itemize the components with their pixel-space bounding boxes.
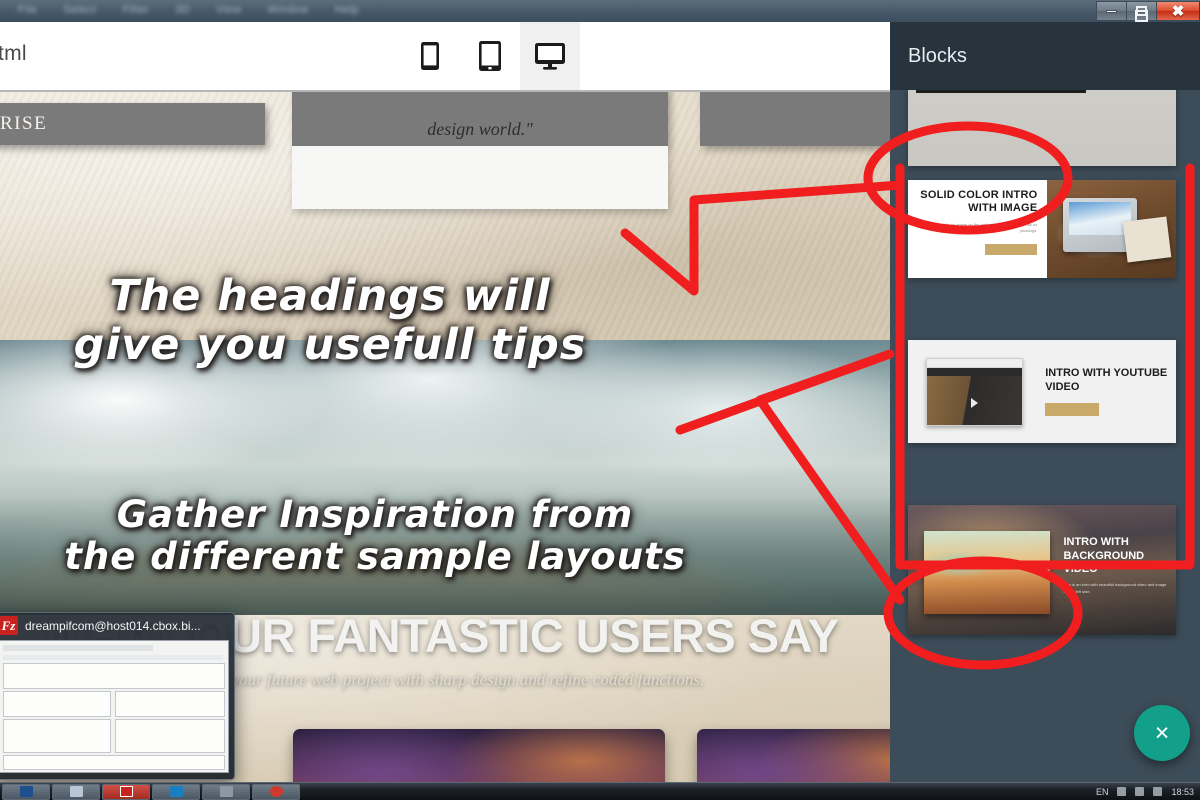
network-icon[interactable] <box>1117 787 1127 796</box>
annotation-line: give you usefull tips <box>73 319 587 370</box>
tablet-icon <box>479 41 501 71</box>
taskbar-item-filezilla[interactable] <box>102 783 150 800</box>
block-thumb-text: SOLID COLOR INTRO WITH IMAGE Solid color… <box>908 180 1048 278</box>
window-controls: ✖ <box>1096 0 1200 22</box>
preview-title-row: Fz dreampifcom@host014.cbox.bi... <box>0 613 234 638</box>
testimonial-card-brand[interactable]: BIRISE <box>0 103 265 145</box>
browser-nav-bar <box>927 367 1023 376</box>
brand-label: BIRISE <box>0 113 48 134</box>
os-title-bar: File Select Filter 3D View Window Help ✖ <box>0 0 1200 22</box>
device-button-mobile[interactable] <box>400 22 460 90</box>
restore-icon <box>1135 6 1148 22</box>
inset-photo-graphic <box>924 531 1051 615</box>
block-title: SOLID COLOR INTRO WITH IMAGE <box>920 189 1038 214</box>
filezilla-icon <box>119 786 133 797</box>
annotation-line: Gather Inspiration from <box>116 493 634 536</box>
app-toolbar: ntml <box>0 22 890 92</box>
taskbar-item-notepad[interactable] <box>202 783 250 800</box>
block-subtitle: Solid color intro with an image on the r… <box>913 221 1038 233</box>
fz-remote-tree <box>115 691 225 717</box>
minimize-icon <box>1106 9 1117 13</box>
fz-toolbar <box>3 645 153 651</box>
play-icon <box>970 398 978 409</box>
taskbar-item-photoshop[interactable] <box>152 783 200 800</box>
device-preview-switcher <box>400 22 580 90</box>
block-item-intro-with-youtube-video[interactable]: INTRO WITH YOUTUBE VIDEO <box>908 340 1176 443</box>
minimize-button[interactable] <box>1096 1 1126 21</box>
opera-icon <box>269 786 283 797</box>
block-cta-button <box>985 243 1038 255</box>
windows-taskbar[interactable]: EN 18:53 <box>0 782 1200 800</box>
fz-quickconnect <box>3 655 223 660</box>
testimonial-card-quote[interactable]: design world." <box>292 92 668 146</box>
block-item-partial-top[interactable] <box>908 90 1176 166</box>
annotation-inspiration-text: Gather Inspiration from the different sa… <box>55 494 695 578</box>
block-thumb-text: INTRO WITH YOUTUBE VIDEO <box>1045 367 1176 417</box>
preview-window-body <box>0 640 229 773</box>
blocks-panel-header: Blocks <box>890 22 1200 90</box>
testimonial-card-right[interactable] <box>700 92 890 146</box>
fz-log-panel <box>3 663 225 689</box>
browser-mockup-graphic <box>926 357 1024 426</box>
block-thumb-image <box>1047 180 1176 278</box>
filezilla-icon: Fz <box>0 616 18 635</box>
fz-remote-files <box>115 719 225 753</box>
close-icon: × <box>1154 718 1170 747</box>
mobile-icon <box>421 42 439 70</box>
taskbar-preview-window[interactable]: Fz dreampifcom@host014.cbox.bi... <box>0 612 235 780</box>
notepad-icon <box>219 786 233 797</box>
taskbar-item-word[interactable] <box>2 783 50 800</box>
photoshop-icon <box>169 786 183 797</box>
annotation-line: The headings will <box>109 271 551 321</box>
block-subtitle: This is an intro with beautiful backgrou… <box>1063 582 1167 594</box>
close-button[interactable]: ✖ <box>1156 1 1200 21</box>
preview-window-title: dreampifcom@host014.cbox.bi... <box>25 618 201 633</box>
project-name-label: ntml <box>0 42 27 65</box>
menu-bar[interactable]: File Select Filter 3D View Window Help <box>18 4 359 16</box>
taskbar-item-opera[interactable] <box>252 783 300 800</box>
browser-content <box>927 375 1023 425</box>
blocks-panel: Blocks SOLID COLOR INTRO WITH IMAGE Soli… <box>890 22 1200 800</box>
restore-button[interactable] <box>1126 1 1156 22</box>
device-button-desktop[interactable] <box>520 22 580 90</box>
blocks-panel-title: Blocks <box>908 44 967 67</box>
desktop-icon <box>535 43 565 70</box>
notebook-graphic <box>1122 216 1171 263</box>
block-thumb-strip <box>916 90 1086 93</box>
menu-item-window[interactable]: Window <box>267 4 309 16</box>
browser-chrome-bar <box>927 358 1023 368</box>
language-indicator[interactable]: EN <box>1096 787 1109 797</box>
action-center-icon[interactable] <box>1153 787 1163 796</box>
taskbar-item-explorer[interactable] <box>52 783 100 800</box>
close-icon: ✖ <box>1171 2 1185 20</box>
menu-item-file[interactable]: File <box>18 4 37 16</box>
clock[interactable]: 18:53 <box>1171 787 1194 797</box>
close-blocks-panel-button[interactable]: × <box>1134 705 1190 761</box>
explorer-icon <box>69 786 83 797</box>
device-button-tablet[interactable] <box>460 22 520 90</box>
blocks-list[interactable]: SOLID COLOR INTRO WITH IMAGE Solid color… <box>890 90 1200 758</box>
fz-queue <box>3 755 225 770</box>
testimonial-card-body[interactable] <box>292 146 668 209</box>
annotation-headings-text: The headings will give you usefull tips <box>30 272 630 369</box>
menu-item-select[interactable]: Select <box>63 4 96 16</box>
fz-local-files <box>3 719 111 753</box>
block-item-solid-color-intro-with-image[interactable]: SOLID COLOR INTRO WITH IMAGE Solid color… <box>908 180 1176 278</box>
fz-local-tree <box>3 691 111 717</box>
block-title: INTRO WITH BACKGROUND VIDEO <box>1063 536 1145 575</box>
menu-item-3d[interactable]: 3D <box>175 4 190 16</box>
block-thumb-text: INTRO WITH BACKGROUND VIDEO This is an i… <box>1063 536 1168 595</box>
menu-item-help[interactable]: Help <box>335 4 359 16</box>
menu-item-view[interactable]: View <box>216 4 241 16</box>
quote-text: design world." <box>427 119 533 139</box>
menu-item-filter[interactable]: Filter <box>122 4 149 16</box>
volume-icon[interactable] <box>1135 787 1145 796</box>
block-item-intro-with-background-video[interactable]: INTRO WITH BACKGROUND VIDEO This is an i… <box>908 505 1176 635</box>
annotation-line: the different sample layouts <box>64 534 686 578</box>
word-icon <box>19 786 33 797</box>
block-title: INTRO WITH YOUTUBE VIDEO <box>1045 366 1168 393</box>
block-cta-button <box>1045 403 1100 417</box>
system-tray[interactable]: EN 18:53 <box>1096 787 1194 797</box>
